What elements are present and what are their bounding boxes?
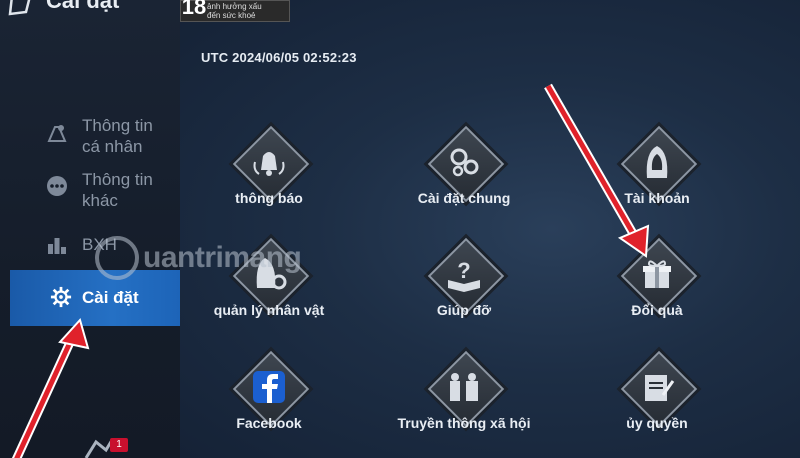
arrow-to-gift-exchange: [544, 83, 650, 258]
annotation-arrows: [11, 83, 650, 458]
arrow-to-settings: [11, 317, 90, 458]
